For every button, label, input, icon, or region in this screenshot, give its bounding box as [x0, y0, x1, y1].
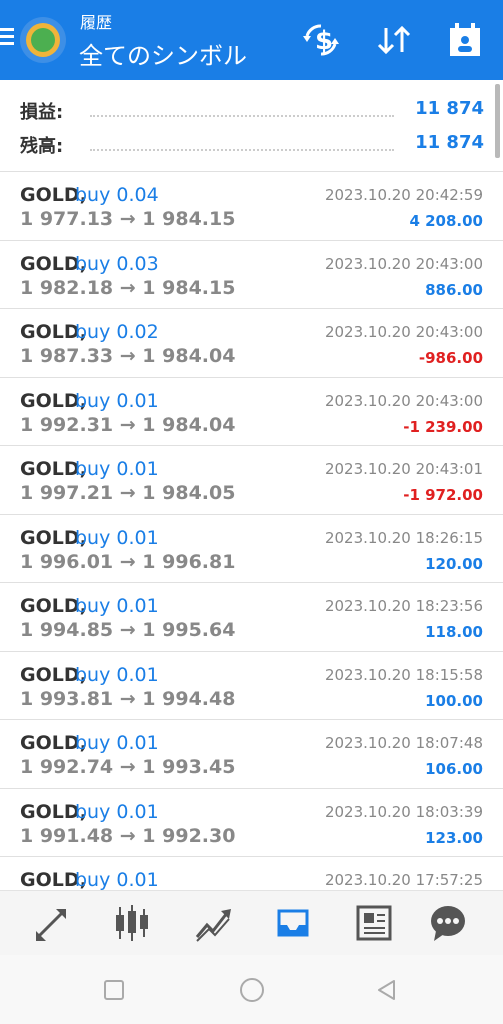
app-header: 履歴 全てのシンボル $	[0, 0, 503, 80]
trade-row[interactable]: GOLD, buy 0.01 1 996.01 → 1 996.81 2023.…	[0, 515, 503, 583]
trade-pnl: 106.00	[425, 760, 483, 778]
menu-icon[interactable]	[0, 28, 14, 46]
back-icon[interactable]	[376, 979, 398, 1001]
trade-row[interactable]: GOLD, buy 0.04 1 977.13 → 1 984.15 2023.…	[0, 172, 503, 241]
trade-row[interactable]: GOLD, buy 0.01 1 992.74 → 1 993.45 2023.…	[0, 720, 503, 789]
trade-time: 2023.10.20 20:43:00	[324, 323, 483, 341]
recent-apps-icon[interactable]	[103, 979, 125, 1001]
currency-exchange-icon[interactable]: $	[301, 22, 341, 58]
trade-row[interactable]: GOLD, buy 0.01 1 992.31 → 1 984.04 2023.…	[0, 378, 503, 446]
balance-row: 残高: 11 874	[20, 132, 484, 160]
trade-side: buy 0.01	[75, 458, 159, 480]
trade-icon[interactable]	[193, 903, 233, 943]
balance-label: 残高:	[20, 136, 64, 157]
header-title[interactable]: 全てのシンボル	[79, 36, 247, 71]
trade-prices: 1 977.13 → 1 984.15	[20, 208, 236, 230]
trade-prices: 1 997.21 → 1 984.05	[20, 482, 236, 504]
calendar-icon[interactable]	[445, 22, 485, 58]
dotted-leader	[90, 115, 394, 117]
trade-time: 2023.10.20 20:43:00	[324, 391, 483, 410]
trade-row[interactable]: GOLD, buy 0.01 2023.10.20 17:57:25	[0, 857, 503, 890]
history-icon[interactable]	[273, 903, 313, 943]
trade-row[interactable]: GOLD, buy 0.03 1 982.18 → 1 984.15 2023.…	[0, 241, 503, 309]
trade-side: buy 0.01	[75, 389, 159, 412]
trade-side: buy 0.01	[75, 732, 159, 754]
trade-side: buy 0.02	[75, 321, 159, 343]
trade-time: 2023.10.20 20:42:59	[324, 186, 483, 204]
trade-row[interactable]: GOLD, buy 0.01 1 993.81 → 1 994.48 2023.…	[0, 652, 503, 720]
dotted-leader	[90, 149, 394, 151]
bottom-navigation	[0, 890, 503, 955]
trade-pnl: -1 239.00	[403, 417, 483, 436]
trade-time: 2023.10.20 18:07:48	[324, 734, 483, 752]
trade-row[interactable]: GOLD, buy 0.01 1 994.85 → 1 995.64 2023.…	[0, 583, 503, 652]
trade-side: buy 0.01	[75, 663, 159, 686]
account-summary: 損益: 11 874 残高: 11 874	[0, 80, 503, 172]
trade-pnl: 120.00	[425, 554, 483, 573]
trade-pnl: -986.00	[418, 349, 483, 367]
trade-prices: 1 992.74 → 1 993.45	[20, 756, 236, 778]
trade-time: 2023.10.20 18:23:56	[324, 597, 483, 615]
home-icon[interactable]	[239, 977, 265, 1003]
trade-pnl: 118.00	[425, 623, 483, 641]
trade-side: buy 0.04	[75, 184, 159, 206]
trade-row[interactable]: GOLD, buy 0.02 1 987.33 → 1 984.04 2023.…	[0, 309, 503, 378]
trade-prices: 1 991.48 → 1 992.30	[20, 824, 236, 847]
trade-prices: 1 992.31 → 1 984.04	[20, 413, 236, 436]
trade-time: 2023.10.20 18:26:15	[324, 528, 483, 547]
scrollbar[interactable]	[495, 84, 500, 158]
chart-icon[interactable]	[112, 903, 152, 943]
system-navigation-bar	[0, 955, 503, 1024]
trade-prices: 1 994.85 → 1 995.64	[20, 619, 236, 641]
trade-side: buy 0.01	[75, 869, 159, 890]
trade-prices: 1 982.18 → 1 984.15	[20, 276, 236, 299]
trade-side: buy 0.01	[75, 800, 159, 823]
profit-label: 損益:	[20, 102, 64, 123]
trade-pnl: 4 208.00	[409, 212, 483, 230]
trade-time: 2023.10.20 20:43:00	[324, 254, 483, 273]
trade-prices: 1 996.01 → 1 996.81	[20, 550, 236, 573]
news-icon[interactable]	[354, 903, 394, 943]
trade-time: 2023.10.20 17:57:25	[324, 871, 483, 889]
app-logo	[20, 17, 66, 63]
trade-row[interactable]: GOLD, buy 0.01 1 997.21 → 1 984.05 2023.…	[0, 446, 503, 515]
chat-icon[interactable]	[428, 903, 468, 943]
sort-icon[interactable]	[374, 22, 414, 58]
trade-pnl: 123.00	[425, 828, 483, 847]
trade-time: 2023.10.20 18:15:58	[324, 665, 483, 684]
trade-row[interactable]: GOLD, buy 0.01 1 991.48 → 1 992.30 2023.…	[0, 789, 503, 857]
trade-side: buy 0.01	[75, 595, 159, 617]
header-subtitle: 履歴	[80, 13, 113, 32]
trade-pnl: 886.00	[425, 280, 483, 299]
balance-value: 11 874	[415, 132, 484, 153]
trade-prices: 1 987.33 → 1 984.04	[20, 345, 236, 367]
trade-side: buy 0.03	[75, 252, 159, 275]
trade-time: 2023.10.20 20:43:01	[324, 460, 483, 478]
trade-pnl: 100.00	[425, 691, 483, 710]
trade-history-list: GOLD, buy 0.04 1 977.13 → 1 984.15 2023.…	[0, 172, 503, 890]
quotes-icon[interactable]	[32, 903, 72, 943]
profit-row: 損益: 11 874	[20, 98, 484, 126]
trade-time: 2023.10.20 18:03:39	[324, 802, 483, 821]
profit-value: 11 874	[415, 98, 484, 119]
trade-side: buy 0.01	[75, 526, 159, 549]
trade-prices: 1 993.81 → 1 994.48	[20, 687, 236, 710]
trade-pnl: -1 972.00	[403, 486, 483, 504]
